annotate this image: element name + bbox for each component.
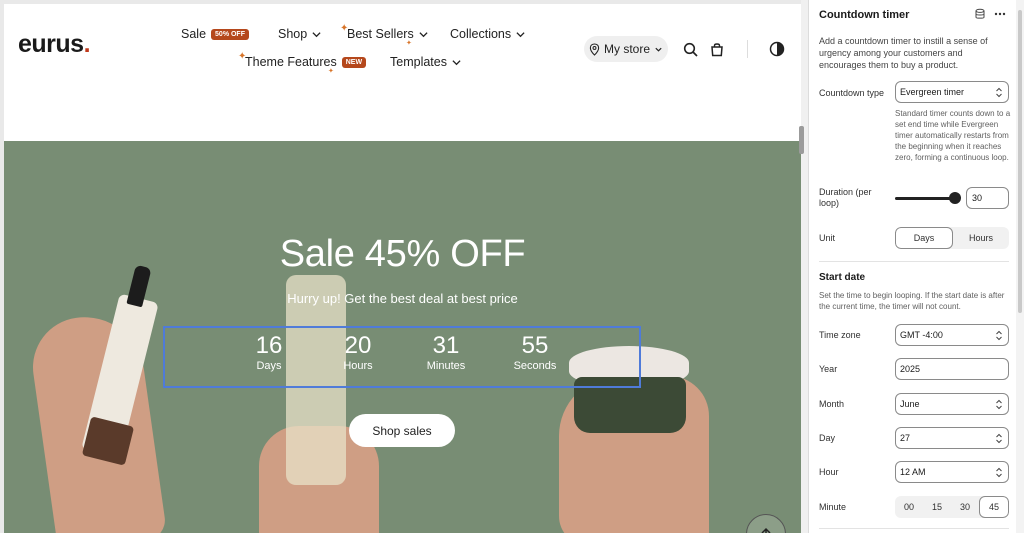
theme-toggle-icon[interactable] [769,41,785,57]
month-label: Month [819,399,845,409]
shop-sales-button[interactable]: Shop sales [349,414,455,447]
unit-option-days[interactable]: Days [895,227,953,249]
time-zone-value: GMT -4:00 [900,330,943,340]
unit-label: Unit [819,233,836,243]
section-divider [819,528,1009,529]
select-arrows-icon [995,433,1003,444]
timer-hours-label: Hours [343,360,373,372]
minute-option-00[interactable]: 00 [895,496,923,518]
chevron-down-icon [419,30,428,39]
panel-description: Add a countdown timer to instill a sense… [819,36,988,70]
nav-theme-features-label: Theme Features [245,55,337,69]
panel-title: Countdown timer [819,9,910,21]
nav-collections[interactable]: Collections [450,27,525,41]
countdown-type-help: Standard timer counts down to a set end … [895,109,1011,162]
store-preview: eurus. Sale 50% OFF Shop ✦ Best Sellers … [0,0,808,533]
timer-days-value: 16 [255,332,283,359]
select-arrows-icon [995,399,1003,410]
select-arrows-icon [995,87,1003,98]
cart-icon[interactable] [709,41,725,57]
minute-option-15[interactable]: 15 [923,496,951,518]
hour-label: Hour [819,467,839,477]
day-value: 27 [900,433,911,443]
storefront: eurus. Sale 50% OFF Shop ✦ Best Sellers … [4,4,801,533]
timer-days-label: Days [256,360,282,372]
year-label: Year [819,364,838,374]
nav-theme-features[interactable]: Theme Features NEW [245,55,367,69]
panel-header-actions [974,8,1006,20]
minute-option-45[interactable]: 45 [979,496,1009,518]
nav-shop-label: Shop [278,27,308,41]
nav-best-sellers-label: Best Sellers [347,27,414,41]
countdown-type-select[interactable]: Evergreen timer [895,81,1009,103]
search-icon[interactable] [683,42,699,58]
chevron-down-icon [312,30,321,39]
nav-collections-label: Collections [450,27,512,41]
timer-minutes: 31 Minutes [411,333,481,373]
timer-seconds-label: Seconds [513,360,557,372]
hero-subtitle: Hurry up! Get the best deal at best pric… [287,291,518,306]
panel-scrollbar-thumb[interactable] [1018,10,1022,313]
countdown-type-label: Countdown type [819,88,885,98]
chevron-down-icon [516,30,525,39]
section-divider [819,261,1009,262]
sale-badge: 50% OFF [211,28,249,40]
sparkle-icon: ✦ [406,40,412,47]
day-select[interactable]: 27 [895,427,1009,449]
sparkle-icon: ✦ [328,68,334,75]
minute-option-30[interactable]: 30 [951,496,979,518]
year-input[interactable]: 2025 [895,358,1009,380]
select-arrows-icon [995,467,1003,478]
hour-value: 12 AM [900,467,926,477]
unit-segmented-control: Days Hours [895,227,1009,249]
preview-scrollbar-thumb[interactable] [799,126,804,154]
new-badge: NEW [341,56,367,68]
my-store-label: My store [603,42,650,56]
nav-shop[interactable]: Shop [278,27,321,41]
hero-banner: Sale 45% OFF Hurry up! Get the best deal… [4,141,801,533]
more-icon[interactable] [994,8,1006,20]
unit-option-hours[interactable]: Hours [953,227,1009,249]
day-label: Day [819,433,836,443]
timer-minutes-value: 31 [432,332,460,359]
duration-input[interactable]: 30 [966,187,1009,209]
arrow-up-icon [759,527,773,533]
time-zone-select[interactable]: GMT -4:00 [895,324,1009,346]
minute-label: Minute [819,502,847,512]
start-date-description: Set the time to begin looping. If the st… [819,291,1005,311]
nav-best-sellers[interactable]: Best Sellers [347,27,428,41]
settings-panel: Countdown timer Add a countdown timer to… [808,0,1024,533]
time-zone-label: Time zone [819,330,861,340]
nav-templates[interactable]: Templates [390,55,461,69]
site-header: eurus. Sale 50% OFF Shop ✦ Best Sellers … [4,4,801,95]
select-arrows-icon [995,330,1003,341]
preview-scrollbar[interactable] [801,0,808,533]
start-date-heading: Start date [819,272,866,283]
month-select[interactable]: June [895,393,1009,415]
hour-select[interactable]: 12 AM [895,461,1009,483]
hero-title: Sale 45% OFF [279,233,526,275]
timer-hours: 20 Hours [323,333,393,373]
timer-hours-value: 20 [344,332,372,359]
nav-sale[interactable]: Sale 50% OFF [181,27,249,41]
month-value: June [900,399,920,409]
location-pin-icon [589,42,600,56]
countdown-type-value: Evergreen timer [900,87,965,97]
database-icon[interactable] [974,8,986,20]
timer-seconds-value: 55 [521,332,549,359]
my-store-button[interactable]: My store [584,36,668,62]
store-logo[interactable]: eurus. [18,30,91,59]
duration-label: Duration (per loop) [819,187,872,208]
chevron-down-icon [654,45,663,54]
duration-slider-thumb[interactable] [948,192,961,204]
timer-minutes-label: Minutes [426,360,466,372]
timer-days: 16 Days [234,333,304,373]
chevron-down-icon [452,58,461,67]
nav-templates-label: Templates [390,55,447,69]
timer-seconds: 55 Seconds [500,333,570,373]
header-divider [747,40,748,58]
nav-sale-label: Sale [181,27,207,41]
back-to-top-button[interactable] [746,514,786,533]
minute-segmented-control: 00 15 30 45 [895,496,1009,518]
